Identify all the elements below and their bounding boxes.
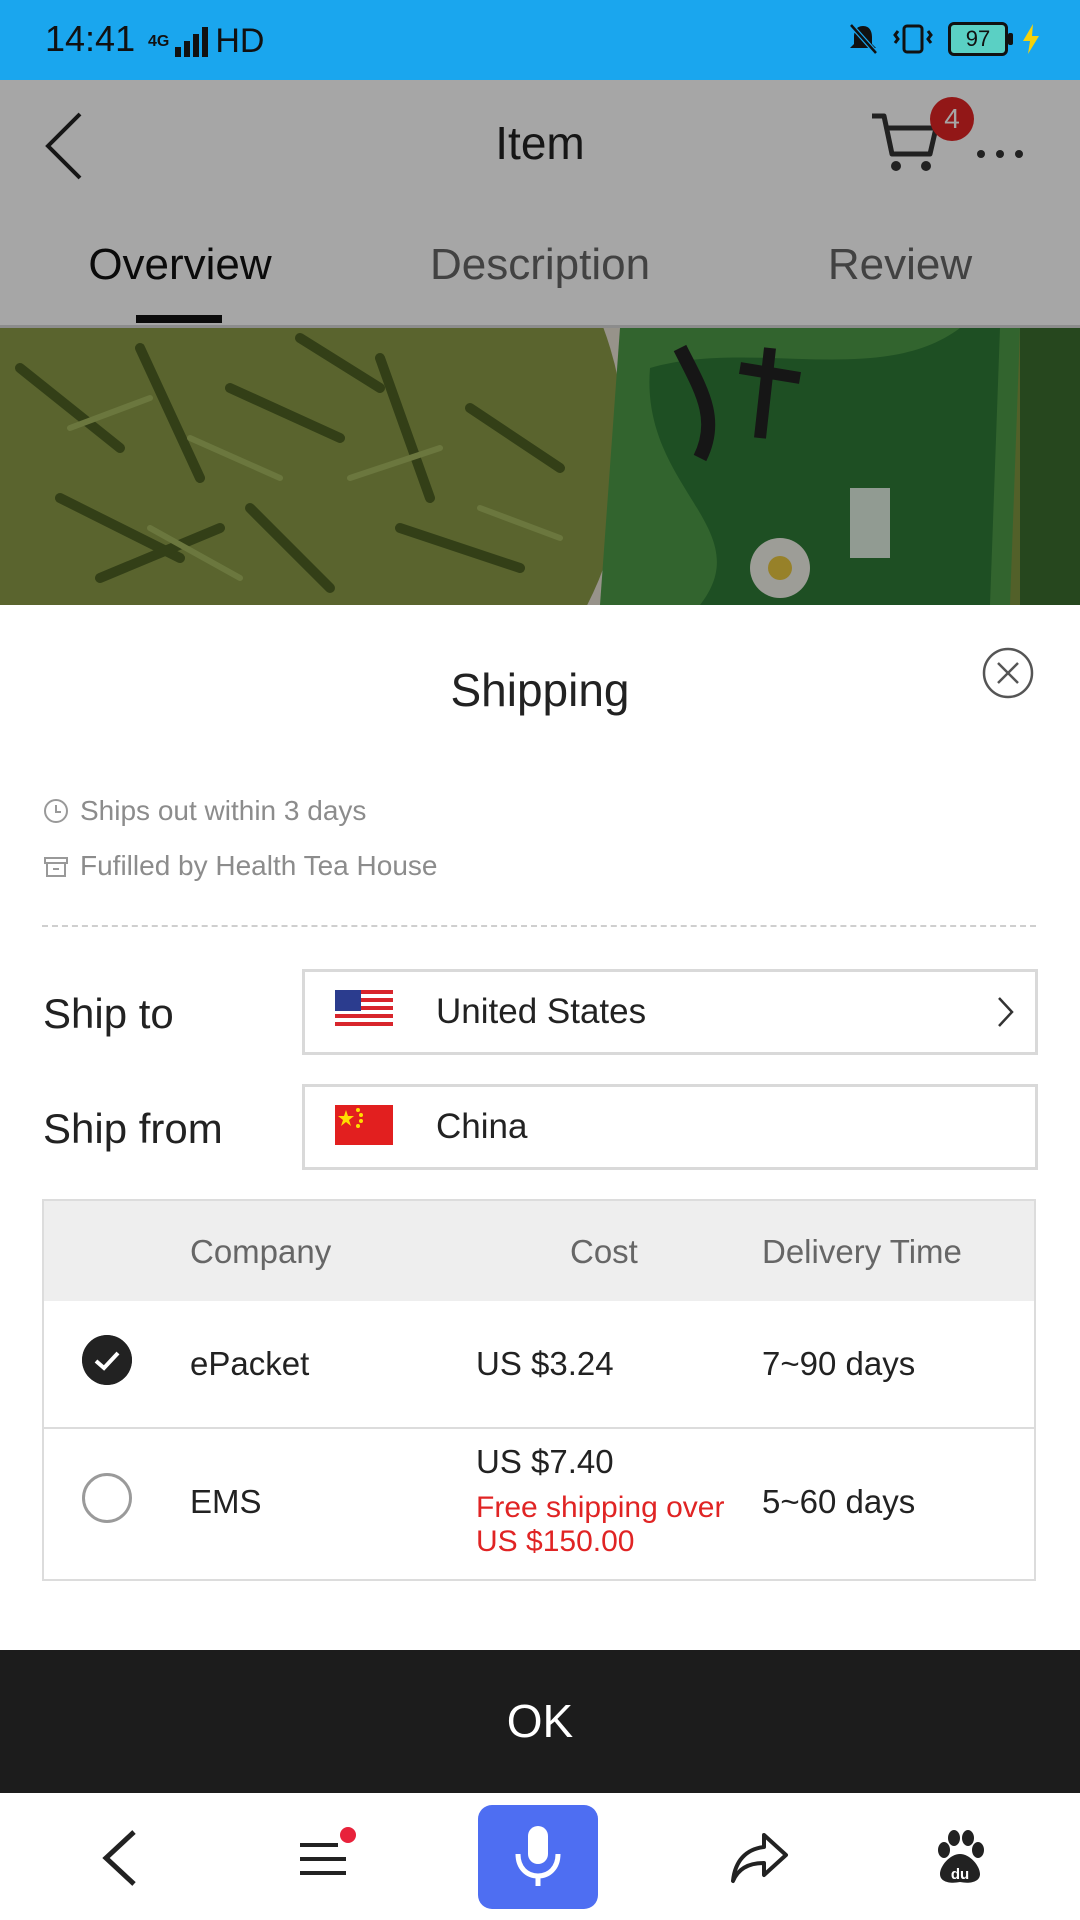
col-company: Company xyxy=(190,1233,332,1270)
hd-indicator: HD xyxy=(215,22,265,60)
status-time: 14:41 xyxy=(45,18,136,59)
ships-out-info: Ships out within 3 days xyxy=(42,795,366,827)
voice-button[interactable] xyxy=(478,1805,598,1909)
divider xyxy=(42,925,1036,927)
mute-bell-icon xyxy=(849,23,878,55)
delivery-time: 5~60 days xyxy=(762,1483,916,1520)
col-delivery-time: Delivery Time xyxy=(762,1233,962,1270)
nav-menu[interactable] xyxy=(280,1795,370,1920)
status-right: 97 xyxy=(848,22,1040,56)
radio-unselected[interactable] xyxy=(82,1473,132,1523)
ship-to-label: Ship to xyxy=(43,990,174,1037)
close-icon[interactable] xyxy=(982,647,1034,699)
ok-button[interactable]: OK xyxy=(0,1650,1080,1793)
us-flag-icon xyxy=(335,990,393,1030)
check-icon[interactable] xyxy=(82,1335,132,1385)
bottom-nav: du xyxy=(0,1795,1080,1920)
shipping-sheet: Shipping Ships out within 3 days Fufille… xyxy=(0,605,1080,1795)
delivery-time: 7~90 days xyxy=(762,1345,916,1382)
fulfilled-text: Fufilled by Health Tea House xyxy=(80,850,438,881)
network-type: 4G xyxy=(148,32,170,50)
shipping-table: Company Cost Delivery Time ePacket US $3… xyxy=(42,1199,1036,1581)
charging-icon xyxy=(1023,24,1039,54)
clock-icon xyxy=(44,799,68,823)
sheet-title: Shipping xyxy=(450,664,630,716)
shipping-cost: US $7.40 xyxy=(476,1443,614,1480)
chevron-right-icon xyxy=(998,997,1014,1027)
fulfilled-info: Fufilled by Health Tea House xyxy=(42,850,437,882)
share-icon xyxy=(731,1832,788,1883)
microphone-icon xyxy=(515,1826,561,1886)
shipping-cost: US $3.24 xyxy=(476,1345,614,1382)
company-name: EMS xyxy=(190,1483,262,1520)
ships-out-text: Ships out within 3 days xyxy=(80,795,367,826)
free-shipping-note: Free shipping over US $150.00 xyxy=(476,1491,725,1558)
ship-from-field: China xyxy=(302,1084,1038,1170)
ship-from-value: China xyxy=(436,1107,528,1146)
store-icon xyxy=(44,857,68,877)
network-indicator: 4G HD xyxy=(148,22,264,61)
battery-icon: 97 xyxy=(948,22,1013,56)
col-cost: Cost xyxy=(570,1233,638,1270)
signal-icon xyxy=(175,26,209,57)
battery-level: 97 xyxy=(965,26,991,51)
ship-to-value: United States xyxy=(436,992,647,1031)
nav-share[interactable] xyxy=(715,1795,805,1920)
vibrate-icon xyxy=(893,24,933,54)
svg-text:du: du xyxy=(951,1866,969,1883)
ship-to-select[interactable]: United States xyxy=(302,969,1038,1055)
china-flag-icon xyxy=(335,1105,393,1145)
status-bar: 14:41 4G HD 97 xyxy=(0,0,1080,80)
baidu-paw-icon: du xyxy=(938,1829,984,1883)
table-header: Company Cost Delivery Time xyxy=(44,1201,1034,1301)
nav-baidu[interactable]: du xyxy=(915,1795,1005,1920)
company-name: ePacket xyxy=(190,1345,310,1382)
notification-dot xyxy=(340,1827,356,1843)
ship-from-label: Ship from xyxy=(43,1105,223,1152)
table-row[interactable]: ePacket US $3.24 7~90 days xyxy=(44,1301,1034,1427)
back-icon xyxy=(102,1829,136,1886)
table-row[interactable]: EMS US $7.40 Free shipping over US $150.… xyxy=(44,1427,1034,1579)
dim-overlay[interactable] xyxy=(0,80,1080,605)
nav-back[interactable] xyxy=(80,1795,160,1920)
